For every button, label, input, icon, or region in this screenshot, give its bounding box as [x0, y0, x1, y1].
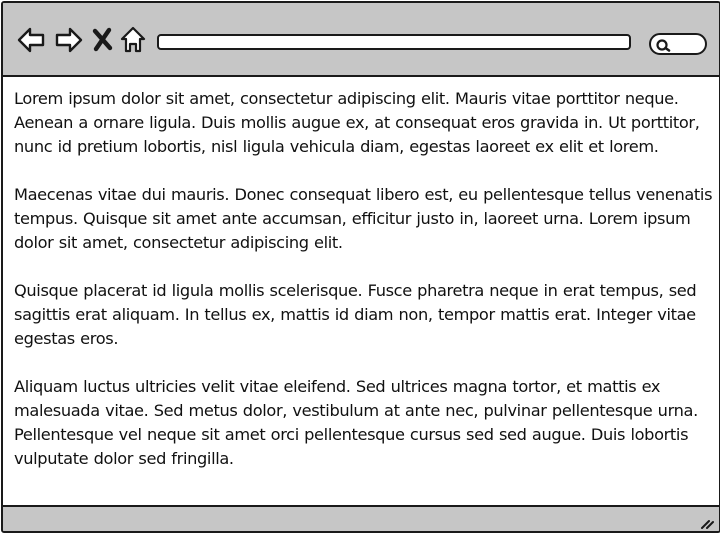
paragraph: Aliquam luctus ultricies velit vitae ele… — [14, 377, 698, 468]
resize-grip-icon — [701, 520, 714, 529]
stop-button[interactable] — [91, 25, 121, 55]
paragraph: Lorem ipsum dolor sit amet, consectetur … — [14, 89, 700, 156]
paragraph: Quisque placerat id ligula mollis sceler… — [14, 281, 697, 348]
resize-grip[interactable] — [700, 516, 714, 530]
status-bar — [3, 505, 719, 531]
browser-window: Lorem ipsum dolor sit amet, consectetur … — [1, 1, 720, 533]
arrow-left-icon — [17, 27, 45, 53]
browser-toolbar — [3, 3, 719, 77]
search-icon — [656, 39, 671, 52]
arrow-right-icon — [55, 27, 83, 53]
close-x-icon — [92, 27, 113, 52]
search-field[interactable] — [649, 33, 707, 55]
home-button[interactable] — [119, 25, 149, 55]
paragraph: Maecenas vitae dui mauris. Donec consequ… — [14, 185, 713, 252]
address-bar[interactable] — [157, 34, 631, 50]
home-icon — [120, 26, 146, 53]
back-button[interactable] — [16, 25, 46, 55]
page-content: Lorem ipsum dolor sit amet, consectetur … — [14, 87, 714, 501]
forward-button[interactable] — [54, 25, 84, 55]
